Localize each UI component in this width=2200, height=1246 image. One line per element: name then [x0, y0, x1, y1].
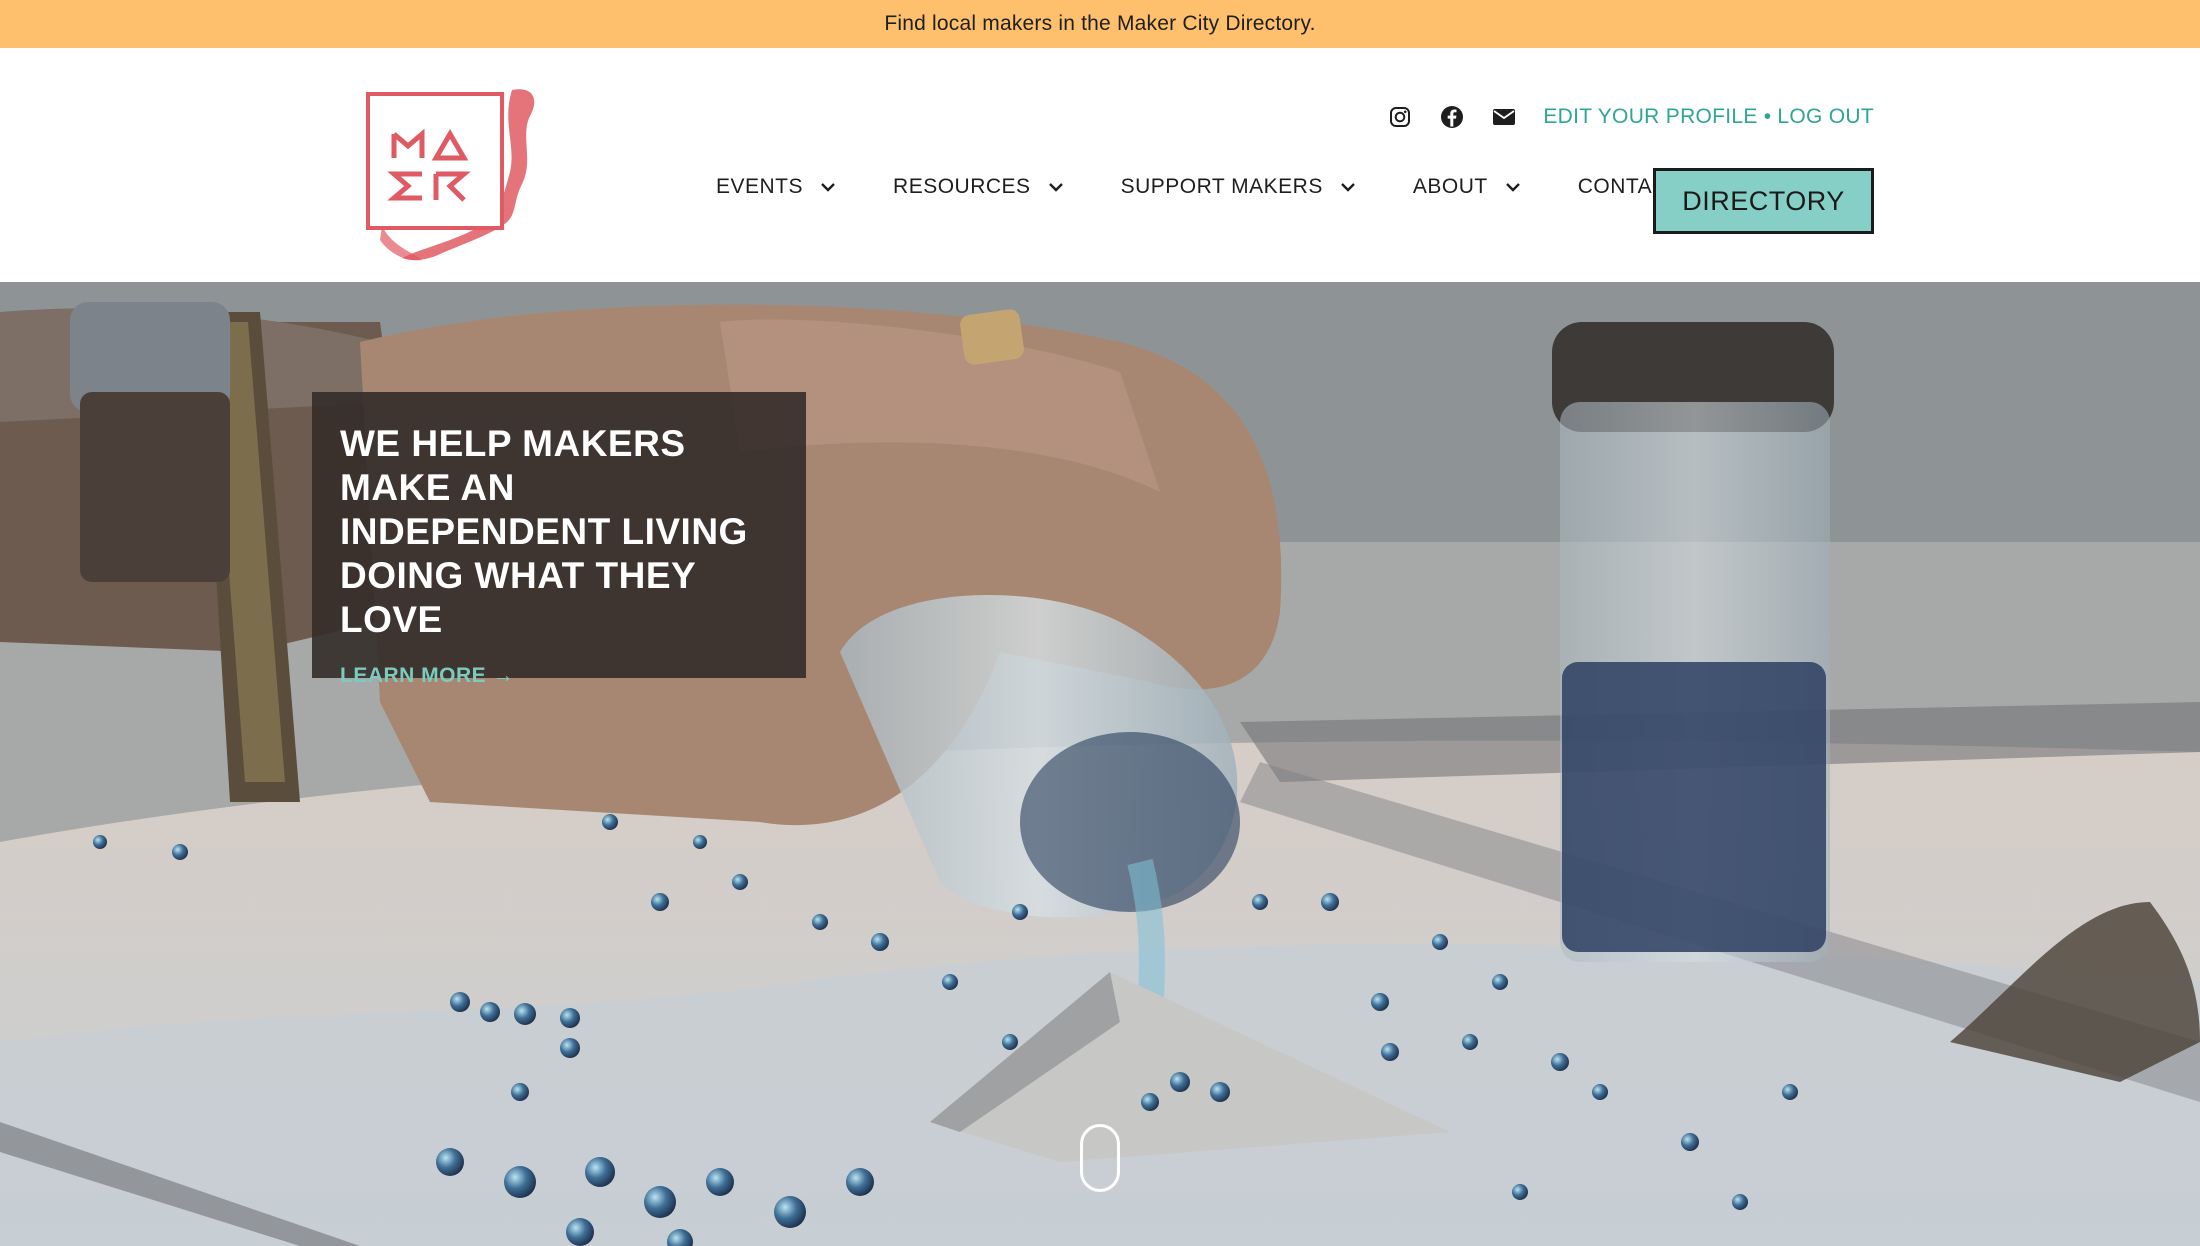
hero-card: WE HELP MAKERS MAKE AN INDEPENDENT LIVIN…	[312, 392, 806, 687]
hero-headline: WE HELP MAKERS MAKE AN INDEPENDENT LIVIN…	[340, 423, 748, 640]
nav-item-support-makers[interactable]: SUPPORT MAKERS	[1121, 175, 1357, 199]
nav-item-label: EVENTS	[716, 175, 804, 198]
announcement-bar: Find local makers in the Maker City Dire…	[0, 0, 2200, 48]
logo-mark	[366, 89, 535, 261]
edit-profile-link[interactable]: EDIT YOUR PROFILE	[1543, 105, 1757, 129]
site-header: EDIT YOUR PROFILE • LOG OUT EVENTS RESOU…	[0, 48, 2200, 282]
chevron-down-icon	[1339, 178, 1357, 196]
hero-banner: WE HELP MAKERS MAKE AN INDEPENDENT LIVIN…	[0, 282, 2200, 1246]
nav-item-about[interactable]: ABOUT	[1413, 175, 1522, 199]
main-nav: EVENTS RESOURCES SUPPORT MAKERS ABOUT CO…	[716, 166, 1681, 208]
nav-item-resources[interactable]: RESOURCES	[893, 175, 1065, 199]
site-logo[interactable]	[362, 76, 542, 262]
nav-item-label: ABOUT	[1412, 175, 1488, 198]
chevron-down-icon	[1047, 178, 1065, 196]
account-links: EDIT YOUR PROFILE • LOG OUT	[1543, 105, 1874, 129]
chevron-down-icon	[1504, 178, 1522, 196]
utility-bar: EDIT YOUR PROFILE • LOG OUT	[1361, 100, 1874, 134]
learn-more-link[interactable]: LEARN MORE →	[340, 664, 514, 688]
log-out-link[interactable]: LOG OUT	[1777, 105, 1874, 129]
scroll-down-indicator[interactable]	[1080, 1124, 1120, 1192]
directory-button[interactable]: DIRECTORY	[1653, 168, 1874, 234]
announcement-link[interactable]: Find local makers in the Maker City Dire…	[884, 12, 1315, 36]
nav-item-label: SUPPORT MAKERS	[1120, 175, 1323, 198]
link-separator: •	[1763, 105, 1772, 128]
nav-item-label: RESOURCES	[893, 175, 1031, 198]
email-icon[interactable]	[1491, 104, 1517, 130]
facebook-icon[interactable]	[1439, 104, 1465, 130]
nav-item-events[interactable]: EVENTS	[716, 175, 837, 199]
instagram-icon[interactable]	[1387, 104, 1413, 130]
chevron-down-icon	[819, 178, 837, 196]
